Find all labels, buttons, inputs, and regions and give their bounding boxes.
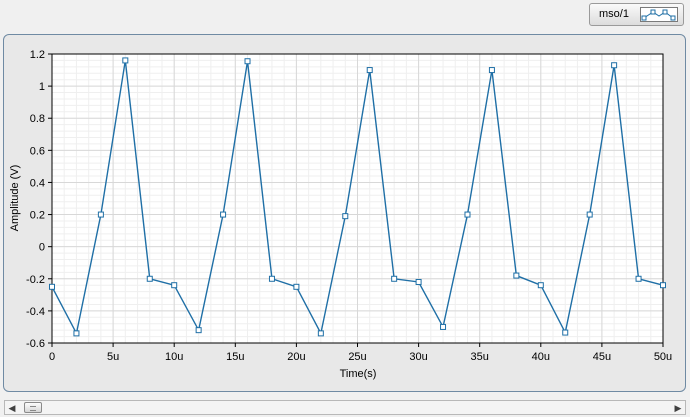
data-point xyxy=(268,275,275,282)
data-point xyxy=(146,275,153,282)
grip-icon xyxy=(30,406,36,411)
data-point xyxy=(611,62,618,69)
data-point xyxy=(293,283,300,290)
y-tick-label: -0.4 xyxy=(26,306,45,318)
scrollbar-thumb[interactable] xyxy=(24,402,42,413)
x-tick-label: 0 xyxy=(49,351,55,363)
data-point xyxy=(171,282,178,289)
x-tick-label: 35u xyxy=(471,351,489,363)
scroll-left-arrow-icon[interactable]: ◀ xyxy=(6,402,18,414)
x-tick-label: 15u xyxy=(226,351,244,363)
data-point xyxy=(586,211,593,218)
data-point xyxy=(244,58,251,65)
x-tick-label: 5u xyxy=(107,351,119,363)
data-point xyxy=(488,67,495,74)
data-point xyxy=(562,329,569,336)
data-point xyxy=(220,211,227,218)
chart-svg[interactable]: 0 5u 10u 15u 20u 25u 30u 35u 40u 45u 50u -0.6-0.4-… xyxy=(0,0,690,417)
data-point xyxy=(464,211,471,218)
y-tick-label: 0 xyxy=(39,242,45,254)
x-axis-label: Time(s) xyxy=(340,368,377,380)
horizontal-scrollbar[interactable]: ◀ ▶ xyxy=(4,400,686,415)
x-tick-label: 10u xyxy=(165,351,183,363)
data-point xyxy=(537,282,544,289)
scroll-right-arrow-icon[interactable]: ▶ xyxy=(672,402,684,414)
data-point xyxy=(49,283,55,290)
data-point xyxy=(391,275,398,282)
y-tick-label: 0.8 xyxy=(30,113,45,125)
data-point xyxy=(342,213,349,220)
data-point xyxy=(513,272,520,279)
y-axis-ticks: -0.6 -0.4 -0.2 0 0.2 0.4 0.6 0.8 1 1.2 xyxy=(26,49,52,350)
data-point xyxy=(195,327,202,334)
x-tick-label: 40u xyxy=(532,351,550,363)
x-tick-label: 45u xyxy=(593,351,611,363)
y-tick-label: 0.6 xyxy=(30,145,45,157)
x-tick-label: 30u xyxy=(409,351,427,363)
data-point xyxy=(317,330,324,337)
y-tick-label: 0.2 xyxy=(30,210,45,222)
y-tick-label: 1.2 xyxy=(30,49,45,61)
y-tick-label: -0.2 xyxy=(26,274,45,286)
data-point xyxy=(366,67,373,74)
data-point xyxy=(122,57,129,64)
y-tick-label: -0.6 xyxy=(26,338,45,350)
y-axis-label: Amplitude (V) xyxy=(9,165,21,232)
x-tick-label: 20u xyxy=(287,351,305,363)
x-axis-ticks: 0 5u 10u 15u 20u 25u 30u 35u 40u 45u 50u xyxy=(49,343,672,363)
data-point xyxy=(635,275,642,282)
data-point xyxy=(73,330,80,337)
data-point xyxy=(97,211,104,218)
x-tick-label: 25u xyxy=(348,351,366,363)
data-point xyxy=(440,323,447,330)
x-tick-label: 50u xyxy=(654,351,672,363)
y-tick-label: 0.4 xyxy=(30,177,45,189)
y-tick-label: 1 xyxy=(39,81,45,93)
data-point xyxy=(415,278,422,285)
data-point xyxy=(660,282,666,289)
